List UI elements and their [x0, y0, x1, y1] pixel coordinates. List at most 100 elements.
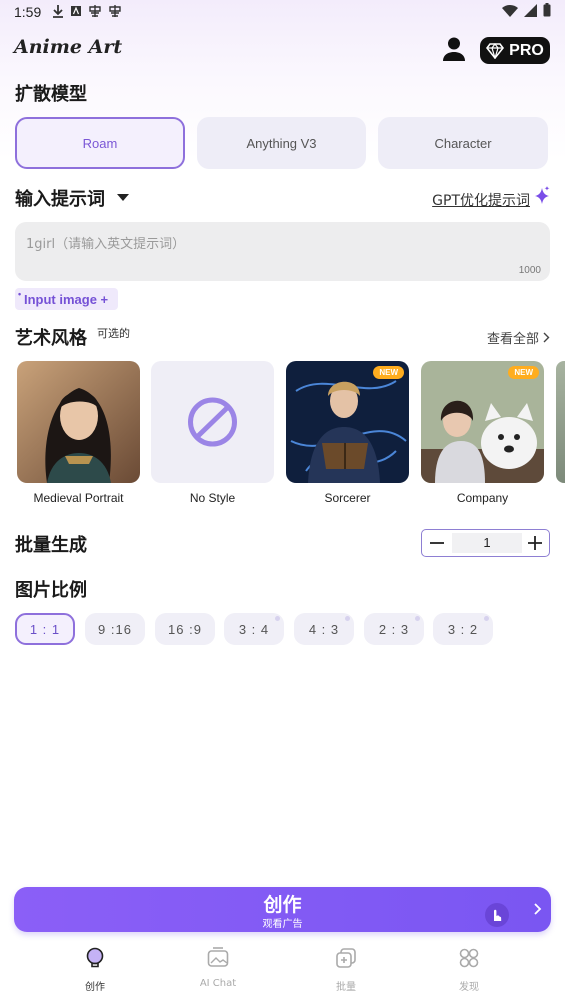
nav-item-batch[interactable]: 批量	[306, 946, 386, 993]
batch-section-title: 批量生成	[15, 535, 87, 556]
pro-button[interactable]: PRO	[480, 37, 550, 64]
ratio-label: 9 :16	[98, 621, 132, 637]
ratio-option-4-3[interactable]: 4 : 3	[294, 613, 354, 645]
nav-label: AI Chat	[199, 978, 237, 989]
prompt-input[interactable]: 1girl（请输入英文提示词） 1000	[15, 222, 550, 281]
style-name: Company	[456, 491, 509, 505]
view-all-link[interactable]: 查看全部	[487, 328, 550, 347]
nav-item-ai-chat[interactable]: AI Chat	[178, 946, 258, 989]
download-icon	[53, 5, 63, 18]
diamond-icon	[486, 42, 505, 59]
create-button[interactable]: 创作 观看广告	[14, 887, 551, 932]
style-section-header: 艺术风格 可选的 查看全部	[15, 322, 550, 350]
pro-label: PRO	[509, 41, 544, 59]
ratio-option-3-4[interactable]: 3 : 4	[224, 613, 284, 645]
app-header: Anime Art PRO	[0, 30, 565, 70]
nav-item-discover[interactable]: 发现	[429, 946, 509, 993]
view-all-label: 查看全部	[486, 332, 539, 347]
prompt-char-limit: 1000	[518, 265, 541, 276]
ratio-label: 3 : 4	[238, 621, 270, 637]
nav-label: 发现	[459, 982, 479, 993]
chevron-right-icon	[543, 332, 550, 343]
status-time: 1:59	[14, 4, 42, 20]
ratio-label: 16 :9	[168, 621, 202, 637]
wifi-icon	[502, 4, 518, 17]
bottom-nav: 创作 AI Chat 批量 发现	[0, 940, 565, 1004]
locked-dot	[345, 616, 350, 621]
plus-icon	[528, 536, 542, 550]
no-style-icon	[188, 397, 237, 447]
app-icon	[89, 5, 101, 17]
prompt-label: 输入提示词	[15, 189, 105, 210]
model-option-character[interactable]: Character	[378, 117, 548, 169]
sorcerer-image	[286, 361, 409, 483]
sparkle-icon[interactable]	[533, 186, 550, 206]
input-image-button[interactable]: • Input image +	[15, 288, 119, 310]
decrement-button[interactable]	[422, 530, 452, 556]
image-chat-icon	[207, 947, 229, 967]
style-section-title: 艺术风格	[15, 328, 87, 349]
nav-item-create[interactable]: 创作	[55, 946, 135, 993]
batch-count-value[interactable]: 1	[452, 533, 522, 553]
model-option-roam[interactable]: Roam	[15, 117, 185, 169]
bulb-icon	[86, 947, 104, 968]
profile-icon[interactable]	[442, 36, 466, 62]
prompt-placeholder: 1girl（请输入英文提示词）	[26, 237, 186, 252]
prompt-header: 输入提示词 GPT优化提示词	[15, 184, 550, 212]
locked-dot	[484, 616, 489, 621]
gpt-optimize-link[interactable]: GPT优化提示词	[432, 190, 530, 210]
ratio-option-16-9[interactable]: 16 :9	[155, 613, 215, 645]
ratio-label: 3 : 2	[447, 621, 479, 637]
ratio-option-1-1[interactable]: 1 : 1	[15, 613, 75, 645]
ratio-option-3-2[interactable]: 3 : 2	[433, 613, 493, 645]
style-card-medieval-portrait[interactable]: Medieval Portrait	[17, 361, 140, 505]
batch-stepper: 1	[421, 529, 550, 557]
model-section-title: 扩散模型	[15, 84, 87, 105]
style-name: Medieval Portrait	[33, 491, 124, 505]
nav-label: 创作	[85, 982, 105, 993]
style-thumbnail	[17, 361, 140, 483]
ratio-label: 1 : 1	[29, 621, 61, 637]
a-icon	[71, 6, 81, 16]
status-notification-icons	[52, 4, 122, 18]
ratio-section-title: 图片比例	[15, 580, 87, 601]
tap-hand-icon	[485, 903, 509, 927]
ratio-label: 2 : 3	[378, 621, 410, 637]
locked-dot	[275, 616, 280, 621]
nav-label: 批量	[336, 982, 356, 993]
ratio-option-9-16[interactable]: 9 :16	[85, 613, 145, 645]
style-card-company[interactable]: NEW Company	[421, 361, 544, 505]
company-image	[421, 361, 544, 483]
status-bar: 1:59	[0, 0, 565, 26]
style-card-next-preview[interactable]	[556, 361, 565, 483]
style-section-optional: 可选的	[97, 327, 130, 340]
style-card-sorcerer[interactable]: NEW Sorcerer	[286, 361, 409, 505]
minus-icon	[430, 542, 444, 544]
style-card-no-style[interactable]: No Style	[151, 361, 274, 505]
app-icon	[109, 5, 121, 17]
style-thumbnail	[151, 361, 274, 483]
battery-icon	[543, 3, 551, 17]
watch-ad-label: 观看广告	[262, 919, 303, 930]
style-thumbnail: NEW	[286, 361, 409, 483]
batch-icon	[336, 948, 356, 968]
ratio-label: 4 : 3	[308, 621, 340, 637]
status-system-icons	[502, 3, 551, 17]
increment-button[interactable]	[521, 530, 549, 556]
chevron-right-icon	[534, 903, 542, 915]
new-badge: NEW	[508, 366, 539, 379]
app-title: Anime Art	[14, 36, 123, 58]
input-image-label: Input image +	[24, 291, 109, 307]
ratio-option-2-3[interactable]: 2 : 3	[364, 613, 424, 645]
model-option-anything-v3[interactable]: Anything V3	[197, 117, 366, 169]
caret-down-icon[interactable]	[117, 194, 129, 201]
style-name: Sorcerer	[324, 491, 371, 505]
signal-icon	[524, 3, 537, 17]
new-badge: NEW	[373, 366, 404, 379]
required-dot: •	[18, 289, 22, 299]
style-thumbnail: NEW	[421, 361, 544, 483]
style-name: No Style	[189, 491, 236, 505]
locked-dot	[415, 616, 420, 621]
medieval-portrait-image	[17, 361, 140, 483]
discover-icon	[459, 948, 479, 968]
